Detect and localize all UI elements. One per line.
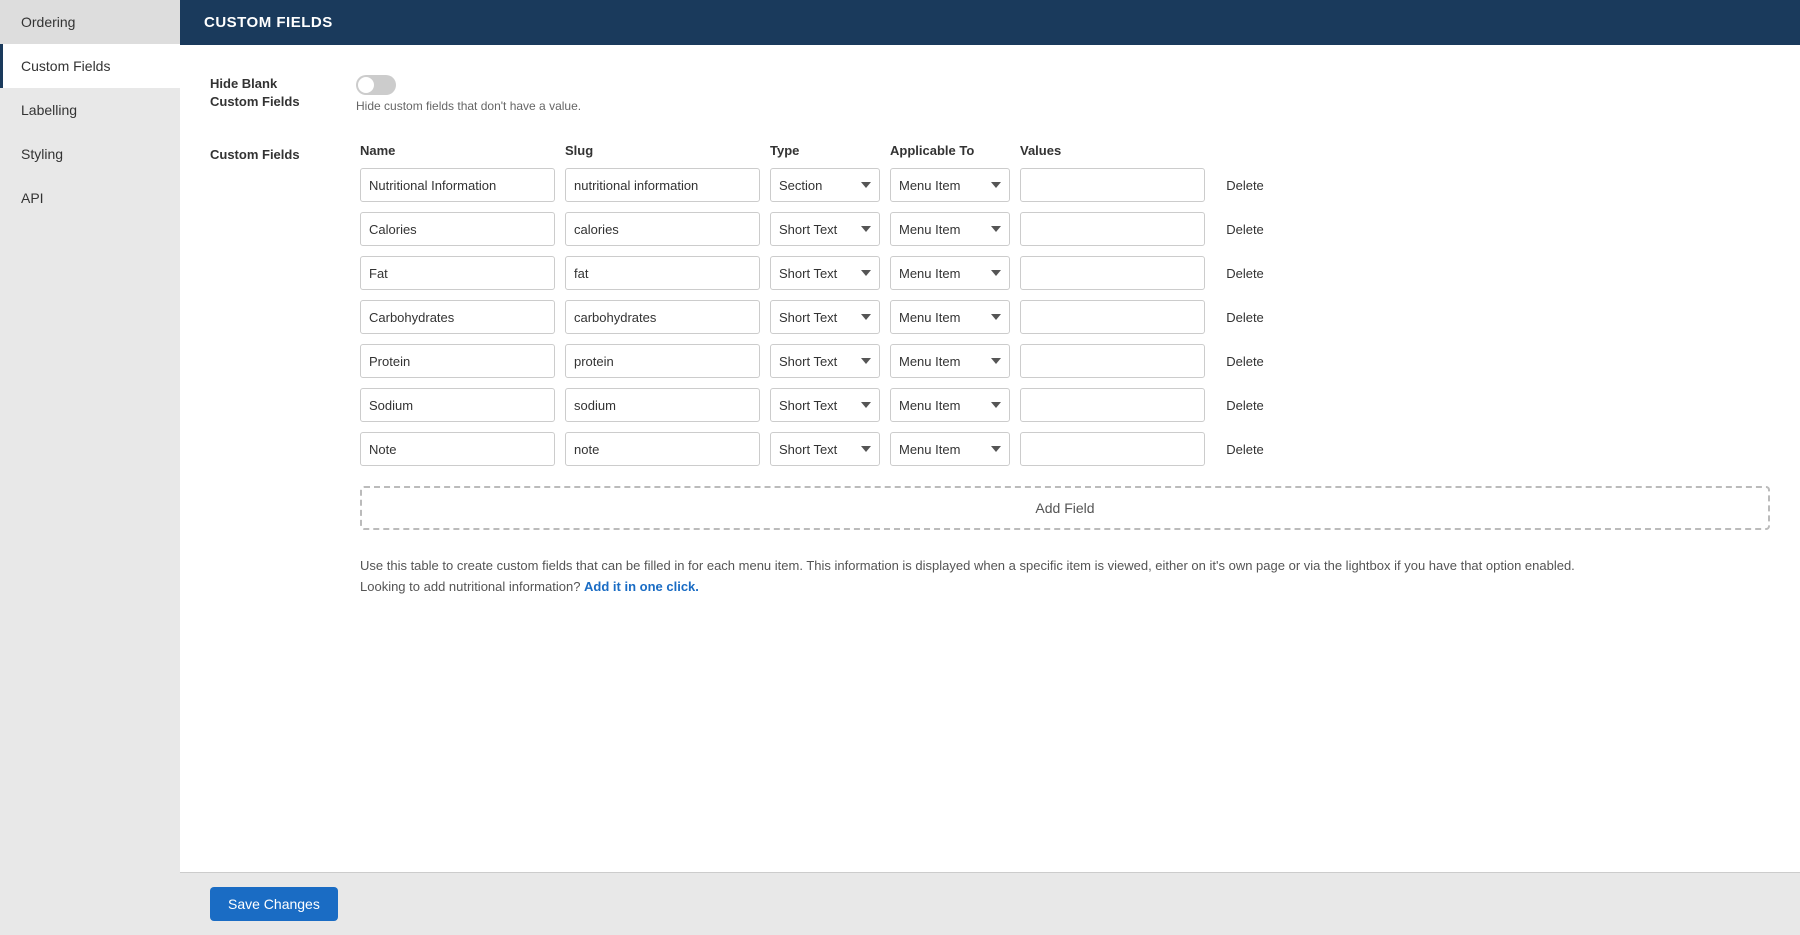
field-values-input[interactable] — [1020, 300, 1205, 334]
col-header-slug: Slug — [565, 143, 760, 158]
hide-blank-label: Hide BlankCustom Fields — [210, 75, 340, 111]
field-applicable-select[interactable]: Menu ItemCategoryMenu — [890, 344, 1010, 378]
table-headers: Name Slug Type Applicable To Values — [360, 143, 1770, 158]
toggle-wrapper: Hide custom fields that don't have a val… — [356, 75, 581, 113]
field-type-select[interactable]: SectionShort TextLong TextNumberBoolean — [770, 388, 880, 422]
field-type-select[interactable]: SectionShort TextLong TextNumberBoolean — [770, 432, 880, 466]
col-header-values: Values — [1020, 143, 1205, 158]
field-values-input[interactable] — [1020, 432, 1205, 466]
table-row: SectionShort TextLong TextNumberBoolean M… — [360, 300, 1770, 334]
col-header-type: Type — [770, 143, 880, 158]
field-values-input[interactable] — [1020, 344, 1205, 378]
page-header: CUSTOM FIELDS — [180, 0, 1800, 45]
delete-button[interactable]: Delete — [1215, 442, 1275, 457]
field-slug-input[interactable] — [565, 344, 760, 378]
field-name-input[interactable] — [360, 212, 555, 246]
info-text: Use this table to create custom fields t… — [360, 556, 1770, 598]
field-values-input[interactable] — [1020, 212, 1205, 246]
hide-blank-hint: Hide custom fields that don't have a val… — [356, 99, 581, 113]
field-slug-input[interactable] — [565, 300, 760, 334]
field-applicable-select[interactable]: Menu ItemCategoryMenu — [890, 212, 1010, 246]
col-header-applicable: Applicable To — [890, 143, 1010, 158]
field-slug-input[interactable] — [565, 388, 760, 422]
delete-button[interactable]: Delete — [1215, 178, 1275, 193]
field-type-select[interactable]: SectionShort TextLong TextNumberBoolean — [770, 300, 880, 334]
field-slug-input[interactable] — [565, 432, 760, 466]
table-row: SectionShort TextLong TextNumberBoolean M… — [360, 344, 1770, 378]
sidebar: OrderingCustom FieldsLabellingStylingAPI — [0, 0, 180, 935]
table-row: SectionShort TextLong TextNumberBoolean M… — [360, 212, 1770, 246]
hide-blank-toggle[interactable] — [356, 75, 396, 95]
sidebar-item-ordering[interactable]: Ordering — [0, 0, 180, 44]
field-type-select[interactable]: SectionShort TextLong TextNumberBoolean — [770, 168, 880, 202]
delete-button[interactable]: Delete — [1215, 222, 1275, 237]
sidebar-item-styling[interactable]: Styling — [0, 132, 180, 176]
sidebar-item-custom-fields[interactable]: Custom Fields — [0, 44, 180, 88]
main-area: CUSTOM FIELDS Hide BlankCustom Fields Hi… — [180, 0, 1800, 935]
save-button[interactable]: Save Changes — [210, 887, 338, 921]
field-slug-input[interactable] — [565, 256, 760, 290]
field-applicable-select[interactable]: Menu ItemCategoryMenu — [890, 432, 1010, 466]
table-row: SectionShort TextLong TextNumberBoolean M… — [360, 388, 1770, 422]
add-nutritional-link[interactable]: Add it in one click. — [584, 579, 699, 594]
field-applicable-select[interactable]: Menu ItemCategoryMenu — [890, 168, 1010, 202]
content-area: Hide BlankCustom Fields Hide custom fiel… — [180, 45, 1800, 872]
table-row: SectionShort TextLong TextNumberBoolean M… — [360, 256, 1770, 290]
field-type-select[interactable]: SectionShort TextLong TextNumberBoolean — [770, 212, 880, 246]
page-title: CUSTOM FIELDS — [204, 14, 333, 31]
field-slug-input[interactable] — [565, 168, 760, 202]
delete-button[interactable]: Delete — [1215, 354, 1275, 369]
field-applicable-select[interactable]: Menu ItemCategoryMenu — [890, 256, 1010, 290]
field-name-input[interactable] — [360, 388, 555, 422]
field-rows: SectionShort TextLong TextNumberBoolean M… — [360, 168, 1770, 466]
table-row: SectionShort TextLong TextNumberBoolean M… — [360, 168, 1770, 202]
add-field-button[interactable]: Add Field — [360, 486, 1770, 530]
field-name-input[interactable] — [360, 432, 555, 466]
field-applicable-select[interactable]: Menu ItemCategoryMenu — [890, 300, 1010, 334]
delete-button[interactable]: Delete — [1215, 398, 1275, 413]
field-name-input[interactable] — [360, 300, 555, 334]
field-name-input[interactable] — [360, 344, 555, 378]
hide-blank-section: Hide BlankCustom Fields Hide custom fiel… — [210, 75, 1770, 113]
field-type-select[interactable]: SectionShort TextLong TextNumberBoolean — [770, 344, 880, 378]
field-values-input[interactable] — [1020, 388, 1205, 422]
custom-fields-section: Custom Fields Name Slug Type Applicable … — [210, 143, 1770, 598]
field-slug-input[interactable] — [565, 212, 760, 246]
custom-fields-label: Custom Fields — [210, 143, 340, 598]
field-applicable-select[interactable]: Menu ItemCategoryMenu — [890, 388, 1010, 422]
field-name-input[interactable] — [360, 256, 555, 290]
table-row: SectionShort TextLong TextNumberBoolean M… — [360, 432, 1770, 466]
sidebar-item-api[interactable]: API — [0, 176, 180, 220]
field-type-select[interactable]: SectionShort TextLong TextNumberBoolean — [770, 256, 880, 290]
col-header-delete — [1215, 143, 1275, 158]
field-values-input[interactable] — [1020, 256, 1205, 290]
fields-table-wrapper: Name Slug Type Applicable To Values Sect… — [360, 143, 1770, 598]
sidebar-item-labelling[interactable]: Labelling — [0, 88, 180, 132]
field-name-input[interactable] — [360, 168, 555, 202]
delete-button[interactable]: Delete — [1215, 266, 1275, 281]
field-values-input[interactable] — [1020, 168, 1205, 202]
delete-button[interactable]: Delete — [1215, 310, 1275, 325]
col-header-name: Name — [360, 143, 555, 158]
footer: Save Changes — [180, 872, 1800, 935]
